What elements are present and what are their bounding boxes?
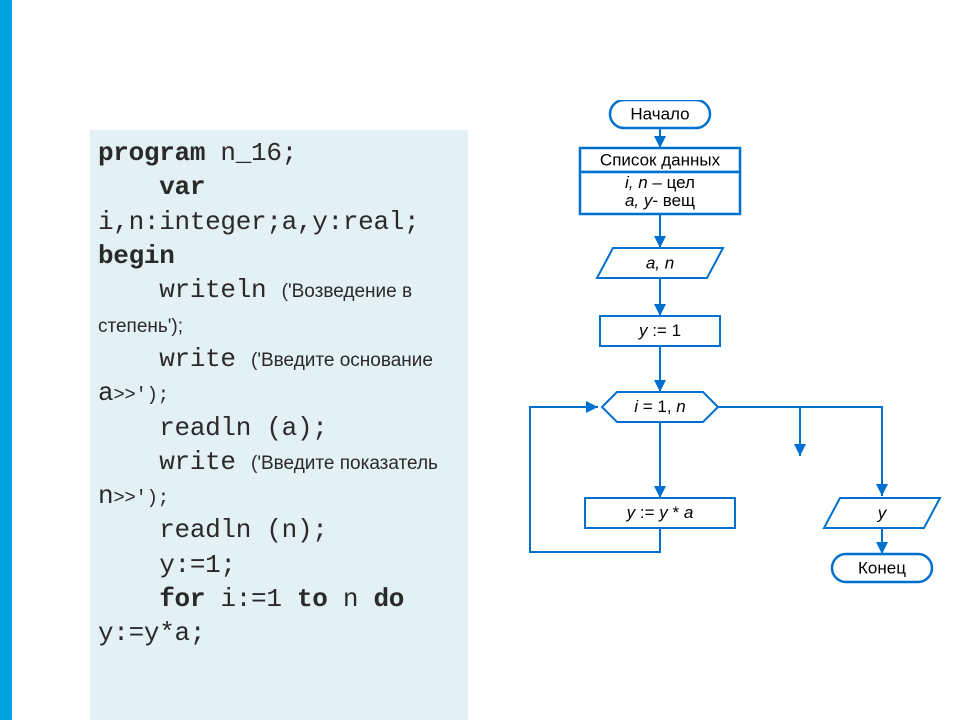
code-text: write (98, 344, 251, 374)
code-str: ('Введите основание (251, 350, 438, 371)
kw-to: to (297, 584, 328, 614)
flow-body-label: y := y * a (626, 503, 694, 522)
code-text: n (98, 481, 113, 511)
flow-datalist-l1: i, n – цел (625, 173, 695, 192)
code-text: i:=1 (205, 584, 297, 614)
code-text (98, 584, 159, 614)
code-line: begin (98, 239, 460, 273)
accent-strip (0, 0, 12, 720)
code-line: y:=y*a; (98, 616, 460, 650)
code-text: readln (a); (98, 413, 328, 443)
code-line: writeln ('Возведение в степень'); (98, 273, 460, 342)
code-str: >>'); (113, 487, 169, 509)
code-line: i,n:integer;a,y:real; (98, 205, 460, 239)
code-text: writeln (98, 275, 282, 305)
code-line: program n_16; (98, 136, 460, 170)
kw-for: for (159, 584, 205, 614)
kw-program: program (98, 138, 205, 168)
flow-datalist-title: Список данных (600, 150, 721, 169)
code-line: write ('Введите показатель n>>'); (98, 445, 460, 514)
flowchart: Начало Список данных i, n – цел a, y- ве… (490, 100, 960, 720)
code-text: n (328, 584, 374, 614)
flow-input-label: a, n (646, 253, 674, 272)
code-text: y:=1; (98, 550, 236, 580)
kw-var: var (98, 172, 205, 202)
flow-end-label: Конец (858, 558, 906, 577)
code-line: var (98, 170, 460, 204)
code-line: readln (n); (98, 513, 460, 547)
code-text: readln (n); (98, 515, 328, 545)
code-str: ('Введите показатель (251, 453, 443, 474)
code-line: y:=1; (98, 548, 460, 582)
code-text: y:=y*a; (98, 618, 205, 648)
flow-datalist-l2: a, y- вещ (625, 191, 695, 210)
code-str: >>'); (113, 384, 169, 406)
code-line: write ('Введите основание a>>'); (98, 342, 460, 411)
flow-loop-label: i = 1, n (634, 397, 686, 416)
kw-do: do (374, 584, 405, 614)
flow-output-label: y (877, 503, 888, 522)
flow-start-label: Начало (630, 104, 689, 123)
code-text: i,n:integer;a,y:real; (98, 207, 419, 237)
code-text: n_16; (205, 138, 297, 168)
code-line: readln (a); (98, 411, 460, 445)
code-line: for i:=1 to n do (98, 582, 460, 616)
code-text: a (98, 378, 113, 408)
flow-assign1-label: y := 1 (638, 321, 681, 340)
code-text: write (98, 447, 251, 477)
code-panel: program n_16; var i,n:integer;a,y:real; … (90, 130, 468, 720)
kw-begin: begin (98, 241, 175, 271)
